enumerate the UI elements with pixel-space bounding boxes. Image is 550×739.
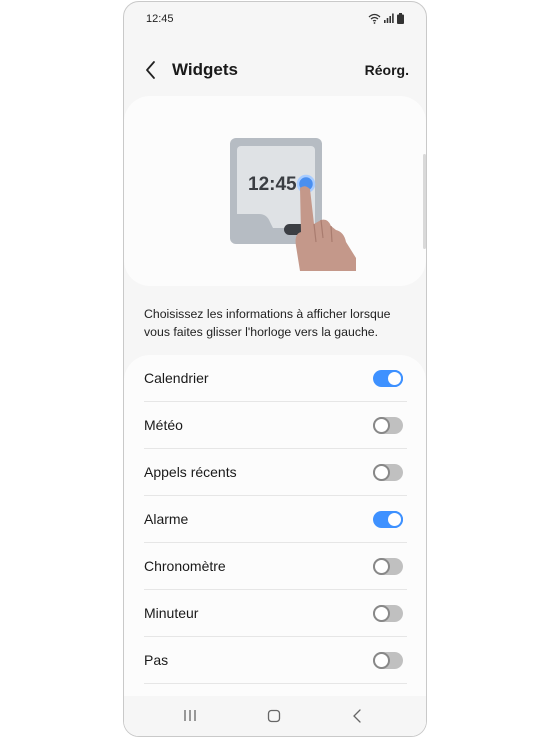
toggle-knob <box>373 605 390 622</box>
home-button[interactable] <box>262 706 286 726</box>
nav-back-button[interactable] <box>346 706 370 726</box>
page-title: Widgets <box>172 60 238 79</box>
list-item-appels-recents[interactable]: Appels récents <box>144 449 407 496</box>
widgets-list: Calendrier Météo Appels récents Alarme C… <box>124 355 426 736</box>
widget-label: Calendrier <box>144 370 209 386</box>
watch-illustration: 12:45 <box>230 138 356 271</box>
list-item-pas[interactable]: Pas <box>144 637 407 684</box>
pas-toggle[interactable] <box>373 652 403 669</box>
home-icon <box>267 709 281 723</box>
status-time: 12:45 <box>146 13 174 25</box>
status-icons <box>368 12 404 24</box>
widget-label: Chronomètre <box>144 558 226 574</box>
widget-label: Pas <box>144 652 169 668</box>
list-item-chronometre[interactable]: Chronomètre <box>144 543 407 590</box>
recent-apps-icon <box>184 710 196 721</box>
back-button[interactable] <box>142 58 162 82</box>
widget-label: Appels récents <box>144 464 237 480</box>
back-icon <box>353 709 361 723</box>
toggle-knob <box>386 370 403 387</box>
phone-frame: 12:45 Widgets Réorg. 12:45 Choisissez le… <box>123 1 427 737</box>
minuteur-toggle[interactable] <box>373 605 403 622</box>
chronometre-toggle[interactable] <box>373 558 403 575</box>
app-header: Widgets Réorg. <box>124 52 426 88</box>
appels-recents-toggle[interactable] <box>373 464 403 481</box>
hand-swipe-icon <box>295 186 356 271</box>
status-bar: 12:45 <box>124 2 426 36</box>
wifi-icon <box>368 13 381 24</box>
illustration-clock-text: 12:45 <box>248 174 297 195</box>
reorder-button[interactable]: Réorg. <box>365 62 409 78</box>
recents-button[interactable] <box>178 706 202 726</box>
widget-label: Minuteur <box>144 605 199 621</box>
toggle-knob <box>373 558 390 575</box>
scroll-handle[interactable] <box>423 154 426 249</box>
calendrier-toggle[interactable] <box>373 370 403 387</box>
widget-label: Météo <box>144 417 183 433</box>
navigation-bar <box>124 696 426 736</box>
chevron-left-icon <box>146 61 155 79</box>
meteo-toggle[interactable] <box>373 417 403 434</box>
list-item-minuteur[interactable]: Minuteur <box>144 590 407 637</box>
toggle-knob <box>386 511 403 528</box>
description-text: Choisissez les informations à afficher l… <box>144 307 391 339</box>
list-item-alarme[interactable]: Alarme <box>144 496 407 543</box>
alarme-toggle[interactable] <box>373 511 403 528</box>
battery-icon <box>397 12 404 24</box>
toggle-knob <box>373 464 390 481</box>
toggle-knob <box>373 417 390 434</box>
illustration-card: 12:45 <box>124 96 426 286</box>
signal-icon <box>384 13 394 23</box>
list-item-meteo[interactable]: Météo <box>144 402 407 449</box>
list-item-calendrier[interactable]: Calendrier <box>144 355 407 402</box>
widget-label: Alarme <box>144 511 189 527</box>
toggle-knob <box>373 652 390 669</box>
